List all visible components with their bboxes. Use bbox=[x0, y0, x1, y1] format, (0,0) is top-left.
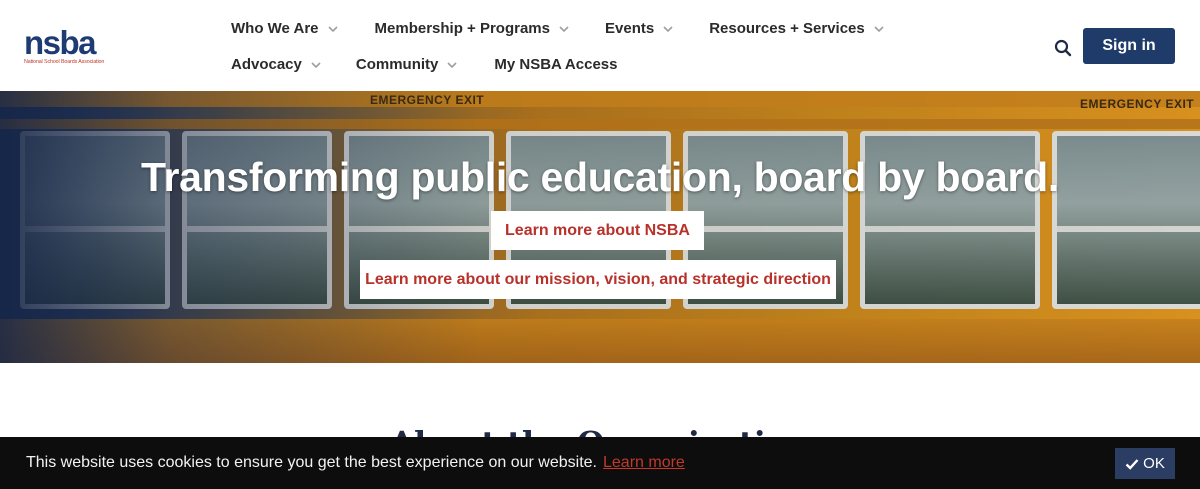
nsba-logo[interactable]: nsba National School Boards Association bbox=[24, 24, 114, 68]
nav-membership-programs[interactable]: Membership + Programs bbox=[375, 17, 570, 39]
cookie-banner: This website uses cookies to ensure you … bbox=[0, 437, 1200, 489]
sign-in-button[interactable]: Sign in bbox=[1083, 28, 1175, 64]
nav-label: Resources + Services bbox=[709, 19, 865, 37]
nav-events[interactable]: Events bbox=[605, 17, 674, 39]
ok-label: OK bbox=[1143, 455, 1165, 472]
emergency-exit-label: EMERGENCY EXIT bbox=[370, 93, 485, 107]
nav-label: My NSBA Access bbox=[494, 55, 618, 73]
nav-advocacy[interactable]: Advocacy bbox=[231, 53, 322, 75]
chevron-down-icon bbox=[446, 58, 458, 70]
search-icon[interactable] bbox=[1053, 38, 1073, 58]
logo-subtext: National School Boards Association bbox=[24, 59, 105, 65]
nav-my-nsba-access[interactable]: My NSBA Access bbox=[494, 53, 617, 75]
hero-banner: EMERGENCY EXIT EMERGENCY EXIT Transformi… bbox=[0, 91, 1200, 363]
cookie-ok-button[interactable]: OK bbox=[1115, 448, 1175, 479]
cookie-learn-more-link[interactable]: Learn more bbox=[603, 454, 685, 471]
cookie-message-text: This website uses cookies to ensure you … bbox=[26, 454, 597, 471]
chevron-down-icon bbox=[662, 22, 674, 34]
site-header: nsba National School Boards Association … bbox=[0, 0, 1200, 91]
learn-more-nsba-button[interactable]: Learn more about NSBA bbox=[491, 211, 704, 250]
chevron-down-icon bbox=[327, 22, 339, 34]
nav-label: Events bbox=[605, 19, 655, 37]
emergency-exit-label: EMERGENCY EXIT bbox=[1080, 97, 1195, 111]
nav-label: Advocacy bbox=[231, 55, 302, 73]
hero-title: Transforming public education, board by … bbox=[141, 154, 1059, 200]
nav-label: Membership + Programs bbox=[374, 19, 550, 37]
nav-community[interactable]: Community bbox=[356, 53, 459, 75]
hero-overlay bbox=[0, 319, 1200, 363]
checkmark-icon bbox=[1125, 458, 1139, 470]
nav-label: Who We Are bbox=[231, 19, 319, 37]
nav-resources-services[interactable]: Resources + Services bbox=[709, 17, 885, 39]
chevron-down-icon bbox=[873, 22, 885, 34]
main-nav-row-2: Advocacy Community My NSBA Access bbox=[231, 53, 617, 75]
nav-label: Community bbox=[355, 55, 439, 73]
chevron-down-icon bbox=[310, 58, 322, 70]
cookie-message: This website uses cookies to ensure you … bbox=[26, 454, 685, 472]
logo-wordmark: nsba bbox=[24, 24, 97, 61]
chevron-down-icon bbox=[558, 22, 570, 34]
nav-who-we-are[interactable]: Who We Are bbox=[231, 17, 339, 39]
learn-more-mission-button[interactable]: Learn more about our mission, vision, an… bbox=[360, 260, 836, 299]
main-nav-row-1: Who We Are Membership + Programs Events … bbox=[231, 17, 885, 39]
